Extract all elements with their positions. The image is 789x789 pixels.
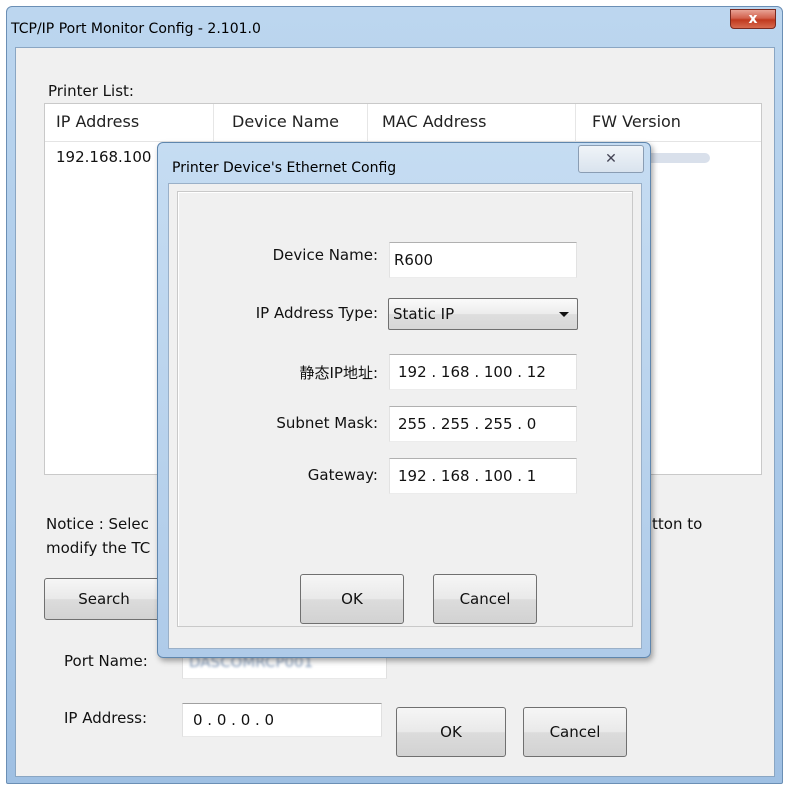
device-name-label: Device Name:	[272, 246, 378, 264]
static-ip-label: 静态IP地址:	[299, 364, 378, 382]
column-separator	[213, 104, 214, 142]
notice-text-line1: Notice : Selec	[46, 515, 149, 533]
gateway-input[interactable]: 192 . 168 . 100 . 1	[389, 458, 577, 494]
column-separator	[367, 104, 368, 142]
dialog-client-area: Device Name: R600 IP Address Type: Stati…	[168, 183, 642, 649]
window-title-bar[interactable]: TCP/IP Port Monitor Config - 2.101.0 x	[7, 7, 782, 47]
ip-address-value: 0 . 0 . 0 . 0	[193, 711, 275, 729]
static-ip-input[interactable]: 192 . 168 . 100 . 12	[389, 354, 577, 390]
window-title: TCP/IP Port Monitor Config - 2.101.0	[11, 21, 261, 37]
chevron-down-icon	[559, 312, 569, 317]
cancel-button[interactable]: Cancel	[523, 707, 627, 757]
list-item-ip: 192.168.100	[56, 148, 152, 166]
device-name-input[interactable]: R600	[389, 242, 577, 278]
dialog-group-box: Device Name: R600 IP Address Type: Stati…	[177, 191, 633, 627]
window-close-button[interactable]: x	[730, 9, 776, 29]
subnet-mask-label: Subnet Mask:	[276, 414, 378, 432]
notice-text-line2: modify the TC	[46, 539, 151, 557]
dialog-close-button[interactable]: ✕	[578, 145, 644, 173]
printer-list-label: Printer List:	[48, 82, 134, 100]
column-separator	[575, 104, 576, 142]
search-button[interactable]: Search	[44, 578, 164, 620]
ethernet-config-dialog: Printer Device's Ethernet Config ✕ Devic…	[157, 142, 651, 658]
ip-address-type-select[interactable]: Static IP	[388, 298, 578, 330]
dialog-ok-button[interactable]: OK	[300, 574, 404, 624]
notice-text-line1-end: tton to	[652, 515, 703, 533]
ip-address-type-value: Static IP	[393, 305, 455, 323]
port-name-label: Port Name:	[64, 652, 148, 670]
column-header-device-name[interactable]: Device Name	[232, 112, 339, 131]
dialog-title: Printer Device's Ethernet Config	[172, 160, 397, 176]
ip-address-field[interactable]: 0 . 0 . 0 . 0	[182, 703, 382, 737]
subnet-mask-input[interactable]: 255 . 255 . 255 . 0	[389, 406, 577, 442]
printer-list-header: IP Address Device Name MAC Address FW Ve…	[45, 104, 761, 142]
gateway-label: Gateway:	[307, 466, 378, 484]
column-header-fw-version[interactable]: FW Version	[592, 112, 681, 131]
ip-address-type-label: IP Address Type:	[255, 304, 378, 322]
dialog-cancel-button[interactable]: Cancel	[433, 574, 537, 624]
column-header-mac-address[interactable]: MAC Address	[382, 112, 486, 131]
ip-address-label: IP Address:	[64, 709, 148, 727]
column-header-ip-address[interactable]: IP Address	[56, 112, 139, 131]
ok-button[interactable]: OK	[396, 707, 506, 757]
